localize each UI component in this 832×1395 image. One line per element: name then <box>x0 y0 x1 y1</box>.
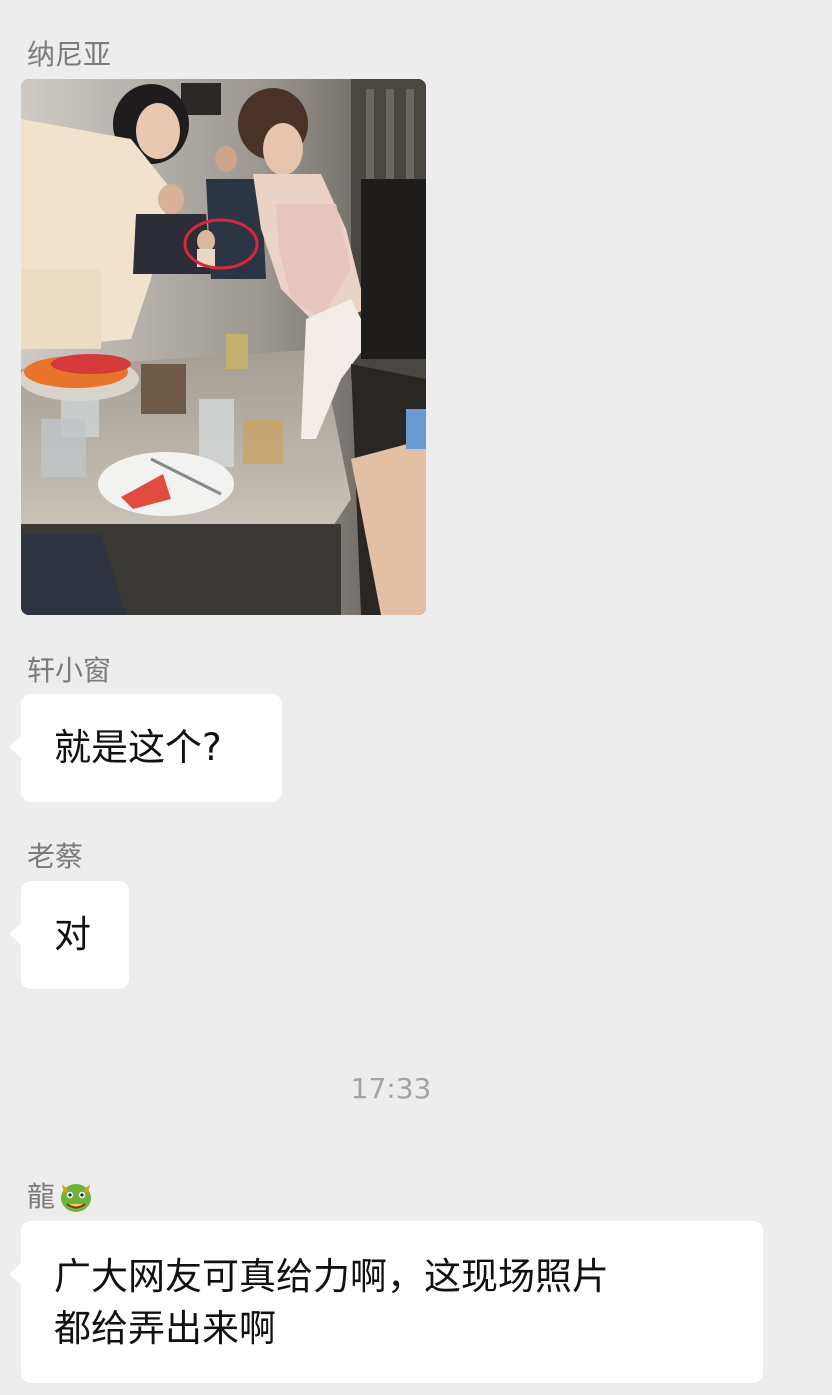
dragon-emoji-icon <box>61 1184 91 1212</box>
sender-name: 纳尼亚 <box>27 38 112 71</box>
sender-name: 龍 <box>27 1180 56 1213</box>
party-scene-photo <box>21 79 426 615</box>
message-bubble[interactable]: 就是这个? <box>9 694 282 802</box>
message-text-line-2: 都给弄出来啊 <box>54 1307 276 1350</box>
chat-photo[interactable] <box>21 79 426 615</box>
message-bubble[interactable]: 对 <box>9 881 129 989</box>
timestamp: 17:33 <box>350 1072 432 1105</box>
sender-name: 老蔡 <box>27 840 84 873</box>
sender-name: 轩小窗 <box>27 654 112 687</box>
message-text: 对 <box>54 913 91 956</box>
message-text: 就是这个? <box>54 726 222 769</box>
message-bubble[interactable]: 广大网友可真给力啊，这现场照片 都给弄出来啊 <box>9 1221 763 1383</box>
message-text-line-1: 广大网友可真给力啊，这现场照片 <box>54 1255 609 1298</box>
